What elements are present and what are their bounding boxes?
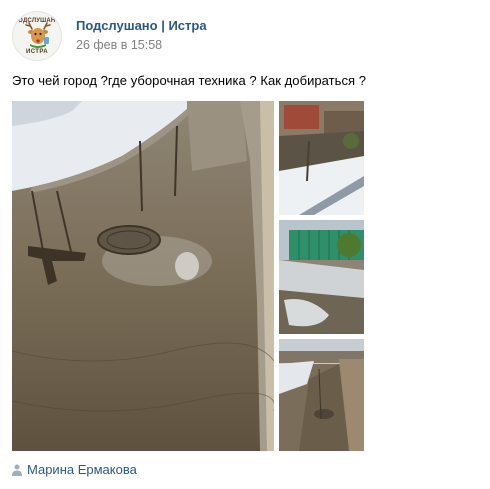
post-photo-3[interactable] (279, 220, 364, 334)
post-text: Это чей город ?где уборочная техника ? К… (12, 73, 367, 88)
post-author-link[interactable]: Подслушано | Истра (76, 18, 207, 33)
avatar-bottom-text: ИСТРА (26, 49, 48, 55)
group-avatar[interactable]: ПОДСЛУШАНО ИСТРА (12, 11, 62, 61)
post-photo-main[interactable] (12, 101, 274, 451)
post-photo-4[interactable] (279, 339, 364, 451)
person-icon (12, 464, 22, 476)
wall-post: ПОДСЛУШАНО ИСТРА Подслушано | Истра 26 ф… (0, 0, 490, 489)
post-header: ПОДСЛУШАНО ИСТРА Подслушано | Истра 26 ф… (12, 11, 478, 61)
signer-name-link[interactable]: Марина Ермакова (27, 462, 137, 477)
post-date-link[interactable]: 26 фев в 15:58 (76, 38, 162, 52)
post-signer: Марина Ермакова (12, 461, 312, 479)
post-photo-2[interactable] (279, 101, 364, 215)
